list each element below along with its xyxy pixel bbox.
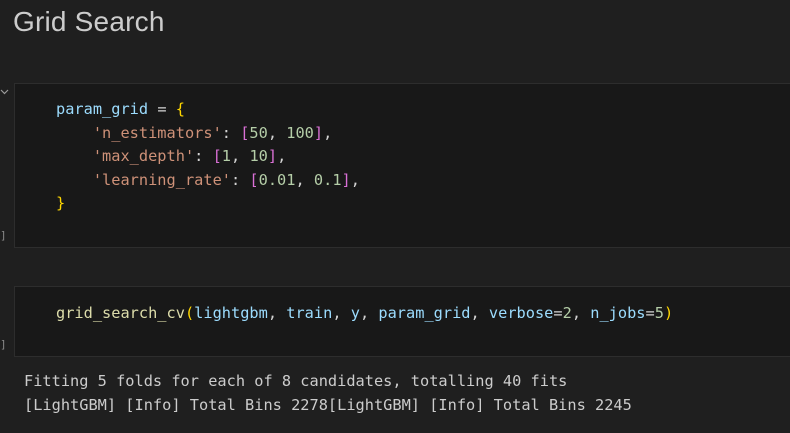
code-token: [ xyxy=(212,147,222,166)
cell-execution-bracket: ] xyxy=(0,338,7,351)
code-token: [ xyxy=(249,170,259,189)
code-token: , xyxy=(359,304,379,322)
code-token: 0.01 xyxy=(258,170,296,189)
code-token: 2 xyxy=(562,304,572,322)
code-token: , xyxy=(332,304,351,322)
code-editor[interactable]: param_grid = { 'n_estimators': [50, 100]… xyxy=(56,98,360,216)
code-token: ] xyxy=(341,170,351,189)
code-token: param_grid xyxy=(56,100,149,118)
code-token: 'learning_rate' xyxy=(92,170,231,189)
code-token: 50 xyxy=(249,123,268,142)
code-token: = xyxy=(148,100,176,118)
code-token: = xyxy=(553,304,563,322)
code-token: 1 xyxy=(221,147,232,166)
code-token: lightgbm xyxy=(194,304,268,322)
code-token: , xyxy=(277,147,287,166)
code-token: : xyxy=(221,123,241,142)
code-token: } xyxy=(56,194,66,213)
output-line: Fitting 5 folds for each of 8 candidates… xyxy=(24,372,568,390)
code-token: 0.1 xyxy=(313,170,342,189)
code-token: , xyxy=(470,304,489,322)
code-token: ( xyxy=(184,304,195,322)
code-token: y xyxy=(350,304,360,322)
code-token: { xyxy=(175,100,185,118)
cell-output: Fitting 5 folds for each of 8 candidates… xyxy=(24,369,632,417)
code-token: , xyxy=(323,123,333,142)
chevron-down-icon[interactable] xyxy=(0,86,9,99)
code-token: 100 xyxy=(286,123,314,142)
cell-execution-bracket: ] xyxy=(0,229,7,242)
code-token: : xyxy=(194,147,213,166)
code-token: , xyxy=(295,170,314,189)
code-token: verbose xyxy=(488,304,554,322)
section-heading: Grid Search xyxy=(13,6,165,37)
output-line: [LightGBM] [Info] Total Bins 2278[LightG… xyxy=(24,396,632,414)
code-token: 'n_estimators' xyxy=(92,123,222,142)
notebook-page: Grid Search ] param_grid = { 'n_estimato… xyxy=(0,0,790,433)
code-token: 5 xyxy=(654,304,664,322)
code-token: train xyxy=(286,304,333,322)
code-token: 10 xyxy=(249,147,268,166)
code-token: , xyxy=(231,147,250,166)
code-token: , xyxy=(267,123,287,142)
code-token: = xyxy=(645,304,655,322)
code-cell-param-grid[interactable]: param_grid = { 'n_estimators': [50, 100]… xyxy=(14,83,790,248)
code-editor[interactable]: grid_search_cv(lightgbm, train, y, param… xyxy=(56,302,673,326)
code-token: , xyxy=(571,304,591,322)
code-token: , xyxy=(350,170,360,189)
code-token: , xyxy=(267,304,287,322)
code-token: ) xyxy=(663,304,674,322)
code-token: grid_search_cv xyxy=(56,304,185,322)
code-token: ] xyxy=(267,147,278,166)
code-token: param_grid xyxy=(378,304,471,322)
code-token: ] xyxy=(313,123,324,142)
code-cell-grid-search[interactable]: grid_search_cv(lightgbm, train, y, param… xyxy=(14,286,790,357)
code-token: 'max_depth' xyxy=(92,147,195,166)
code-token: : xyxy=(231,170,250,189)
code-token: n_jobs xyxy=(590,304,646,322)
